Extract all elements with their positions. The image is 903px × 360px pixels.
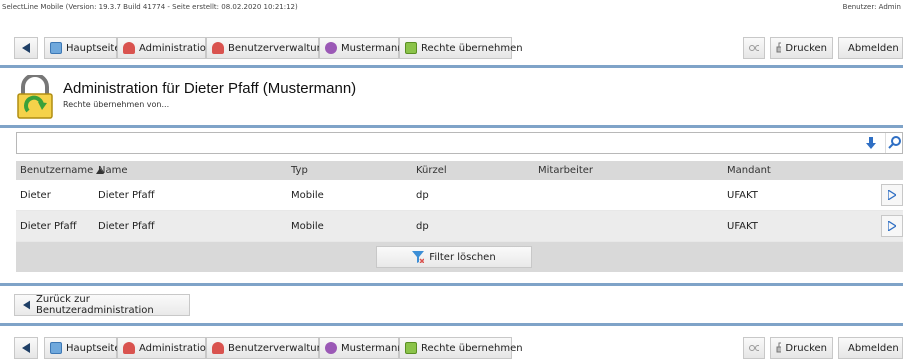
- page-title: Administration für Dieter Pfaff (Musterm…: [63, 80, 357, 97]
- search-bar: [16, 132, 903, 154]
- column-header-name[interactable]: Name: [98, 161, 128, 180]
- triangle-left-icon: [22, 43, 30, 53]
- nav-mustermann-label: Mustermann: [341, 42, 404, 54]
- cell-mandant: UFAKT: [727, 189, 758, 201]
- clear-filter-label: Filter löschen: [429, 251, 496, 263]
- glasses-icon: [749, 345, 759, 351]
- back-to-user-admin-label: Zurück zur Benutzeradministration: [36, 294, 154, 316]
- admin-icon: [123, 342, 135, 354]
- row-open-button[interactable]: [881, 215, 903, 237]
- grid-footer: Filter löschen: [16, 242, 903, 272]
- logout-label: Abmelden: [848, 342, 899, 354]
- divider: [0, 65, 903, 68]
- back-to-user-admin-button[interactable]: Zurück zur Benutzeradministration: [14, 294, 190, 316]
- users-icon: [212, 342, 224, 354]
- logout-label: Abmelden: [848, 42, 899, 54]
- cell-benutzername: Dieter: [20, 189, 51, 201]
- cell-kuerzel: dp: [416, 189, 429, 201]
- cell-benutzername: Dieter Pfaff: [20, 220, 77, 232]
- row-open-button[interactable]: [881, 184, 903, 206]
- cell-name: Dieter Pfaff: [98, 220, 155, 232]
- column-header-label: Benutzername: [20, 165, 94, 176]
- nav-hauptseite-label: Hauptseite: [66, 342, 121, 354]
- nav-hauptseite-label: Hauptseite: [66, 42, 121, 54]
- search-input[interactable]: [17, 133, 857, 153]
- bottom-toolbar: Hauptseite Administration Benutzerverwal…: [0, 337, 903, 359]
- nav-administration-button[interactable]: Administration: [117, 337, 212, 359]
- page-subtitle: Rechte übernehmen von...: [63, 100, 170, 109]
- table-row[interactable]: Dieter Pfaff Dieter Pfaff Mobile dp UFAK…: [16, 211, 903, 242]
- search-icon: [888, 136, 901, 149]
- glasses-button[interactable]: [743, 37, 765, 59]
- triangle-left-icon: [22, 343, 30, 353]
- nav-administration-button[interactable]: Administration: [117, 37, 212, 59]
- triangle-right-icon: [888, 190, 896, 200]
- printer-icon: [776, 42, 782, 53]
- search-button[interactable]: [885, 133, 903, 153]
- cell-kuerzel: dp: [416, 220, 429, 232]
- cell-mandant: UFAKT: [727, 220, 758, 232]
- nav-benutzerverwaltung-button[interactable]: Benutzerverwaltung: [206, 337, 329, 359]
- status-bar: SelectLine Mobile (Version: 19.3.7 Build…: [0, 0, 903, 14]
- column-header-typ[interactable]: Typ: [291, 161, 308, 180]
- column-header-kuerzel[interactable]: Kürzel: [416, 161, 447, 180]
- nav-administration-label: Administration: [139, 342, 213, 354]
- nav-rechte-uebernehmen-label: Rechte übernehmen: [421, 42, 523, 54]
- back-nav-button[interactable]: [14, 37, 38, 59]
- nav-rechte-uebernehmen-button[interactable]: Rechte übernehmen: [399, 337, 523, 359]
- nav-rechte-uebernehmen-label: Rechte übernehmen: [421, 342, 523, 354]
- admin-icon: [123, 42, 135, 54]
- top-toolbar: Hauptseite Administration Benutzerverwal…: [0, 37, 903, 59]
- nav-mustermann-button[interactable]: Mustermann: [319, 337, 404, 359]
- rights-icon: [405, 42, 417, 54]
- nav-mustermann-button[interactable]: Mustermann: [319, 37, 404, 59]
- users-icon: [212, 42, 224, 54]
- arrow-down-icon[interactable]: [865, 137, 877, 149]
- nav-benutzerverwaltung-button[interactable]: Benutzerverwaltung: [206, 37, 329, 59]
- cell-name: Dieter Pfaff: [98, 189, 155, 201]
- triangle-right-icon: [888, 221, 896, 231]
- table-row[interactable]: Dieter Dieter Pfaff Mobile dp UFAKT: [16, 180, 903, 211]
- triangle-left-icon: [23, 300, 30, 310]
- version-text: SelectLine Mobile (Version: 19.3.7 Build…: [2, 3, 298, 11]
- grid-header: Benutzername Name Typ Kürzel Mitarbeiter…: [16, 161, 903, 180]
- print-button[interactable]: Drucken: [770, 337, 833, 359]
- logout-button[interactable]: Abmelden: [838, 337, 903, 359]
- logout-button[interactable]: Abmelden: [838, 37, 903, 59]
- print-button[interactable]: Drucken: [770, 37, 833, 59]
- printer-icon: [776, 342, 782, 353]
- nav-mustermann-label: Mustermann: [341, 342, 404, 354]
- divider: [0, 125, 903, 128]
- current-user-text: Benutzer: Admin: [842, 3, 901, 11]
- column-header-mandant[interactable]: Mandant: [727, 161, 771, 180]
- glasses-icon: [749, 45, 759, 51]
- nav-hauptseite-button[interactable]: Hauptseite: [44, 337, 121, 359]
- home-icon: [50, 42, 62, 54]
- nav-benutzerverwaltung-label: Benutzerverwaltung: [228, 42, 330, 54]
- cell-typ: Mobile: [291, 220, 324, 232]
- column-header-mitarbeiter[interactable]: Mitarbeiter: [538, 161, 593, 180]
- users-grid: Benutzername Name Typ Kürzel Mitarbeiter…: [16, 161, 903, 272]
- column-header-benutzername[interactable]: Benutzername: [20, 161, 105, 180]
- rights-icon: [405, 342, 417, 354]
- clear-filter-button[interactable]: Filter löschen: [376, 246, 532, 268]
- filter-clear-icon: [412, 251, 425, 263]
- print-label: Drucken: [785, 42, 827, 54]
- nav-rechte-uebernehmen-button[interactable]: Rechte übernehmen: [399, 37, 523, 59]
- print-label: Drucken: [785, 342, 827, 354]
- back-nav-button[interactable]: [14, 337, 38, 359]
- user-icon: [325, 342, 337, 354]
- user-icon: [325, 42, 337, 54]
- nav-hauptseite-button[interactable]: Hauptseite: [44, 37, 121, 59]
- nav-benutzerverwaltung-label: Benutzerverwaltung: [228, 342, 330, 354]
- divider: [0, 323, 903, 326]
- home-icon: [50, 342, 62, 354]
- cell-typ: Mobile: [291, 189, 324, 201]
- divider: [0, 283, 903, 286]
- nav-administration-label: Administration: [139, 42, 213, 54]
- padlock-icon: [17, 75, 53, 119]
- glasses-button[interactable]: [743, 337, 765, 359]
